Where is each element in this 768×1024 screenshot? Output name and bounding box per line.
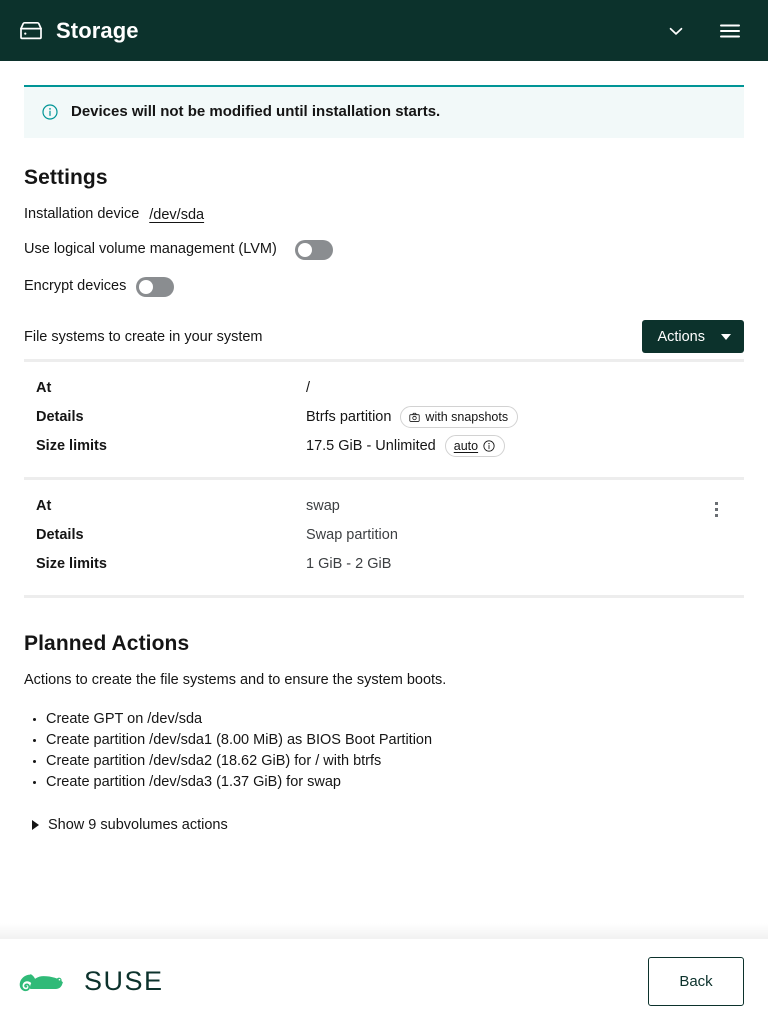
row-key-size-limits: Size limits bbox=[36, 556, 107, 572]
table-row: At swap Details Swap partition Size limi… bbox=[24, 476, 744, 598]
chevron-down-icon bbox=[669, 27, 683, 35]
kebab-dot bbox=[714, 502, 718, 505]
info-alert: Devices will not be modified until insta… bbox=[24, 85, 744, 138]
details-text: Btrfs partition bbox=[306, 409, 392, 425]
row-key-details: Details bbox=[36, 409, 84, 425]
kebab-dot bbox=[714, 514, 718, 517]
filesystems-caption: File systems to create in your system bbox=[24, 328, 263, 345]
filesystems-table: At / Details Btrfs partition with snapsh… bbox=[24, 358, 744, 598]
expander-label: Show 9 subvolumes actions bbox=[48, 817, 228, 834]
hard-drive-icon bbox=[18, 18, 44, 44]
chip-label: with snapshots bbox=[425, 410, 509, 424]
suse-chameleon-logo bbox=[19, 973, 63, 991]
row-value-details: Btrfs partition with snapshots bbox=[306, 406, 519, 428]
row-value-details: Swap partition bbox=[306, 527, 398, 543]
actions-button[interactable]: Actions bbox=[642, 320, 744, 353]
row-value-size-limits: 1 GiB - 2 GiB bbox=[306, 556, 392, 572]
chip-label: auto bbox=[453, 439, 479, 453]
with-snapshots-chip: with snapshots bbox=[400, 406, 519, 428]
size-limits-text: 17.5 GiB - Unlimited bbox=[306, 438, 436, 454]
header-controls bbox=[654, 9, 752, 53]
installation-device-link[interactable]: /dev/sda bbox=[149, 207, 204, 223]
row-key-size-limits: Size limits bbox=[36, 438, 107, 454]
planned-actions-list: Create GPT on /dev/sda Create partition … bbox=[24, 709, 744, 793]
row-value-at: swap bbox=[306, 498, 340, 514]
storage-page: Storage Devices will not be modified unt… bbox=[0, 0, 768, 1024]
camera-snapshot-icon bbox=[409, 412, 421, 422]
row-at: At swap bbox=[24, 492, 744, 521]
kebab-menu-icon-button[interactable] bbox=[698, 492, 734, 528]
installation-device-label: Installation device bbox=[24, 206, 140, 223]
info-circle-icon bbox=[483, 440, 495, 452]
filesystems-toolbar: File systems to create in your system Ac… bbox=[24, 319, 744, 355]
back-button[interactable]: Back bbox=[648, 957, 744, 1006]
planned-actions-subtitle: Actions to create the file systems and t… bbox=[24, 671, 447, 688]
lvm-row: Use logical volume management (LVM) bbox=[24, 239, 744, 260]
table-row: At / Details Btrfs partition with snapsh… bbox=[24, 358, 744, 477]
hamburger-menu-icon bbox=[720, 24, 740, 37]
list-item: Create partition /dev/sda2 (18.62 GiB) f… bbox=[33, 751, 744, 772]
row-size-limits: Size limits 1 GiB - 2 GiB bbox=[24, 550, 744, 579]
row-at: At / bbox=[24, 374, 744, 403]
header-brand: Storage bbox=[18, 18, 139, 44]
suse-wordmark: SUSE bbox=[84, 966, 164, 996]
encrypt-toggle-switch[interactable] bbox=[136, 276, 175, 297]
show-subvolumes-expander[interactable]: Show 9 subvolumes actions bbox=[24, 817, 744, 833]
row-key-at: At bbox=[36, 498, 52, 514]
caret-down-icon bbox=[721, 333, 731, 340]
chevron-right-icon bbox=[32, 820, 39, 831]
suse-logo: SUSE bbox=[18, 966, 164, 997]
info-circle-icon bbox=[42, 104, 58, 120]
encrypt-label: Encrypt devices bbox=[24, 278, 127, 295]
row-size-limits: Size limits 17.5 GiB - Unlimited auto bbox=[24, 432, 744, 461]
kebab-dot bbox=[714, 508, 718, 511]
chevron-down-icon-button[interactable] bbox=[654, 9, 698, 53]
row-details: Details Swap partition bbox=[24, 521, 744, 550]
row-key-at: At bbox=[36, 380, 52, 396]
list-item: Create partition /dev/sda1 (8.00 MiB) as… bbox=[33, 730, 744, 751]
main-content: Devices will not be modified until insta… bbox=[0, 61, 768, 939]
app-header: Storage bbox=[0, 0, 768, 61]
row-details: Details Btrfs partition with snapshots bbox=[24, 403, 744, 432]
row-value-at: / bbox=[306, 380, 311, 396]
actions-button-label: Actions bbox=[657, 328, 705, 345]
list-item: Create partition /dev/sda3 (1.37 GiB) fo… bbox=[33, 772, 744, 793]
installation-device-row: Installation device /dev/sda bbox=[24, 207, 744, 223]
auto-size-chip[interactable]: auto bbox=[444, 435, 506, 457]
page-title: Storage bbox=[56, 17, 139, 43]
settings-heading: Settings bbox=[24, 165, 108, 189]
lvm-label: Use logical volume management (LVM) bbox=[24, 241, 277, 258]
encrypt-row: Encrypt devices bbox=[24, 276, 744, 297]
lvm-toggle-switch[interactable] bbox=[294, 239, 333, 260]
row-key-details: Details bbox=[36, 527, 84, 543]
alert-message: Devices will not be modified until insta… bbox=[71, 103, 441, 120]
hamburger-menu-button[interactable] bbox=[708, 9, 752, 53]
app-footer: SUSE Back bbox=[0, 923, 768, 1024]
list-item: Create GPT on /dev/sda bbox=[33, 709, 744, 730]
planned-actions-heading: Planned Actions bbox=[24, 631, 190, 655]
row-value-size-limits: 17.5 GiB - Unlimited auto bbox=[306, 435, 506, 457]
